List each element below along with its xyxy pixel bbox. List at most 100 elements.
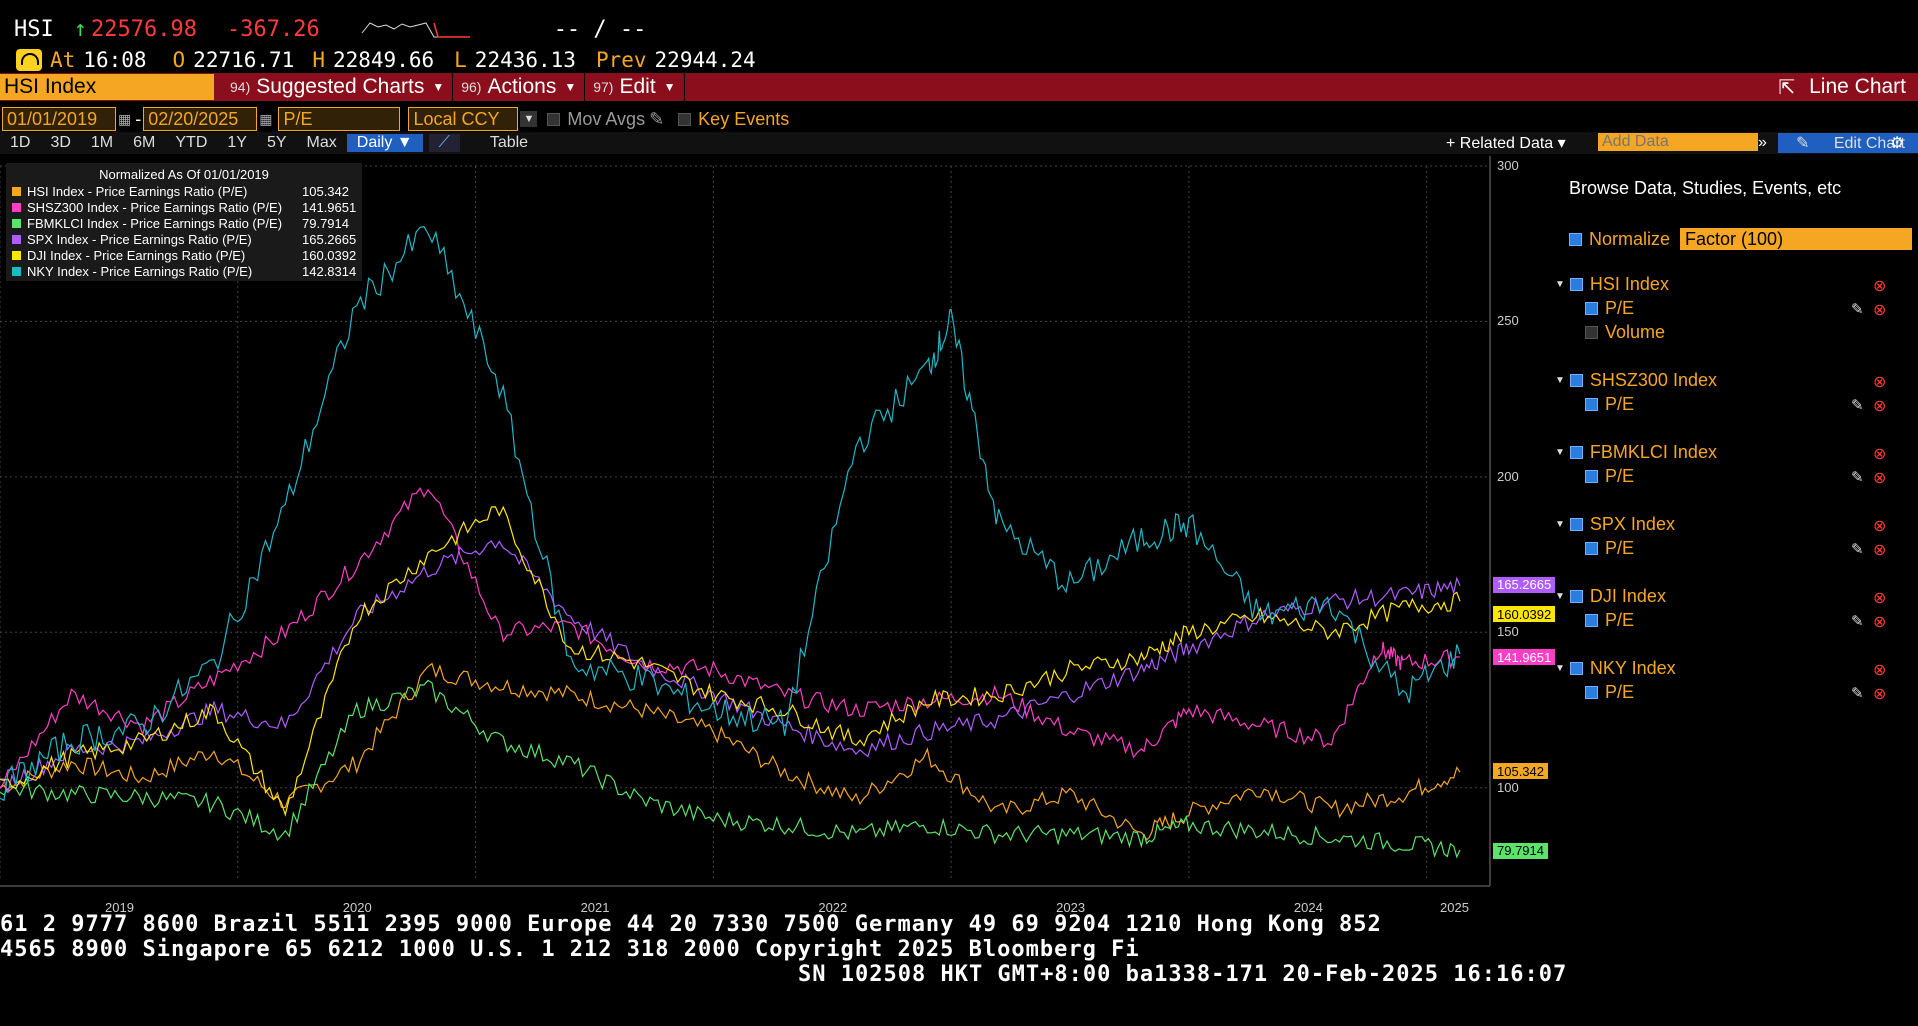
legend-swatch <box>12 203 21 212</box>
suggested-charts-menu[interactable]: 94) Suggested Charts ▼ <box>222 73 454 101</box>
sidebar-group-2[interactable]: ▼ FBMKLCI Index <box>1555 442 1717 463</box>
sidebar-subitem[interactable]: P/E <box>1585 610 1634 631</box>
series-value-label: 79.7914 <box>1493 842 1548 859</box>
related-data-button[interactable]: + Related Data ▾ <box>1436 133 1576 153</box>
end-date-input[interactable]: 02/20/2025 <box>143 107 258 131</box>
pencil-icon[interactable]: ✎ <box>1851 300 1864 318</box>
remove-icon[interactable]: ⊗ <box>1873 588 1886 608</box>
up-arrow-icon: ↑ <box>73 16 87 42</box>
caret-down-icon[interactable]: ▼ <box>1555 375 1565 386</box>
remove-icon[interactable]: ⊗ <box>1873 444 1886 464</box>
subitem-checkbox[interactable] <box>1585 326 1598 339</box>
sidebar-group-3[interactable]: ▼ SPX Index <box>1555 514 1675 535</box>
remove-icon[interactable]: ⊗ <box>1873 372 1886 392</box>
add-data-input[interactable] <box>1598 133 1758 151</box>
group-label: HSI Index <box>1589 274 1669 294</box>
field-input[interactable]: P/E <box>278 107 401 131</box>
remove-icon[interactable]: ⊗ <box>1873 516 1886 536</box>
normalize-label: Normalize <box>1589 228 1671 249</box>
sidebar-subitem[interactable]: P/E <box>1585 538 1634 559</box>
caret-down-icon: ▼ <box>663 80 676 94</box>
pencil-icon[interactable]: ✎ <box>649 109 664 130</box>
timeframe-3d[interactable]: 3D <box>40 134 80 152</box>
caret-down-icon[interactable]: ▼ <box>1555 279 1565 290</box>
sidebar-subitem[interactable]: Volume <box>1585 322 1665 343</box>
timeframe-1m[interactable]: 1M <box>81 134 123 152</box>
timeframe-1y[interactable]: 1Y <box>217 134 257 152</box>
subitem-checkbox[interactable] <box>1585 542 1598 555</box>
legend-row: NKY Index - Price Earnings Ratio (P/E) <box>12 264 252 279</box>
pencil-icon[interactable]: ✎ <box>1851 612 1864 630</box>
group-checkbox[interactable] <box>1569 662 1583 675</box>
period-select[interactable]: Daily ▼ <box>346 134 423 152</box>
legend-row: HSI Index - Price Earnings Ratio (P/E) <box>12 184 247 199</box>
sidebar-subitem[interactable]: P/E <box>1585 682 1634 703</box>
group-checkbox[interactable] <box>1569 278 1583 291</box>
timeframe-1d[interactable]: 1D <box>0 134 40 152</box>
calendar-icon[interactable]: ▦ <box>118 111 131 128</box>
sidebar-group-1[interactable]: ▼ SHSZ300 Index <box>1555 370 1717 391</box>
sidebar-subitem[interactable]: P/E <box>1585 466 1634 487</box>
pencil-icon[interactable]: ✎ <box>1851 684 1864 702</box>
factor-input[interactable]: Factor (100) <box>1680 228 1913 250</box>
double-chevron-right-icon[interactable]: » <box>1754 134 1771 152</box>
sidebar-group-0[interactable]: ▼ HSI Index <box>1555 274 1669 295</box>
dropdown-icon[interactable]: ▼ <box>520 111 538 127</box>
remove-icon[interactable]: ⊗ <box>1873 468 1886 488</box>
subitem-checkbox[interactable] <box>1585 398 1598 411</box>
remove-icon[interactable]: ⊗ <box>1873 612 1886 632</box>
group-label: FBMKLCI Index <box>1589 442 1717 462</box>
timeframe-bar: 1D 3D 1M 6M YTD 1Y 5Y Max Daily ▼ ⟋ Tabl… <box>0 132 1918 154</box>
remove-icon[interactable]: ⊗ <box>1873 684 1886 704</box>
group-checkbox[interactable] <box>1569 518 1583 531</box>
group-label: NKY Index <box>1589 658 1676 678</box>
timeframe-ytd[interactable]: YTD <box>165 134 217 152</box>
sidebar-subitem[interactable]: P/E <box>1585 298 1634 319</box>
subitem-checkbox[interactable] <box>1585 686 1598 699</box>
timeframe-max[interactable]: Max <box>297 134 347 152</box>
remove-icon[interactable]: ⊗ <box>1873 540 1886 560</box>
legend-row: SHSZ300 Index - Price Earnings Ratio (P/… <box>12 200 282 215</box>
gear-icon[interactable]: ⚙ <box>1890 133 1904 153</box>
timeframe-5y[interactable]: 5Y <box>257 134 297 152</box>
remove-icon[interactable]: ⊗ <box>1873 300 1886 320</box>
y-tick-label: 150 <box>1497 624 1519 640</box>
line-chart-icon[interactable]: ⟋ <box>428 134 460 152</box>
caret-down-icon[interactable]: ▼ <box>1555 519 1565 530</box>
legend-swatch <box>12 267 21 276</box>
ticker-symbol: HSI <box>14 16 54 42</box>
currency-select[interactable]: Local CCY <box>408 107 519 131</box>
calendar-icon[interactable]: ▦ <box>259 111 272 128</box>
sidebar-subitem[interactable]: P/E <box>1585 394 1634 415</box>
table-button[interactable]: Table <box>480 134 538 152</box>
remove-icon[interactable]: ⊗ <box>1873 396 1886 416</box>
start-date-input[interactable]: 01/01/2019 <box>2 107 116 131</box>
security-field[interactable]: HSI Index <box>0 74 214 100</box>
key-events-checkbox[interactable] <box>678 112 692 126</box>
subitem-checkbox[interactable] <box>1585 470 1598 483</box>
subitem-checkbox[interactable] <box>1585 302 1598 315</box>
group-checkbox[interactable] <box>1569 374 1583 387</box>
sidebar-group-5[interactable]: ▼ NKY Index <box>1555 658 1676 679</box>
actions-label: Actions <box>487 75 557 98</box>
mov-avgs-checkbox[interactable] <box>547 112 561 126</box>
browse-data-link[interactable]: Browse Data, Studies, Events, etc <box>1569 178 1841 199</box>
pencil-icon[interactable]: ✎ <box>1851 468 1864 486</box>
caret-down-icon[interactable]: ▼ <box>1555 663 1565 674</box>
edit-menu[interactable]: 97) Edit ▼ <box>585 73 685 101</box>
normalize-row: Normalize Factor (100) <box>1569 228 1913 250</box>
actions-menu[interactable]: 96) Actions ▼ <box>453 73 586 101</box>
remove-icon[interactable]: ⊗ <box>1873 276 1886 296</box>
group-checkbox[interactable] <box>1569 590 1583 603</box>
subitem-checkbox[interactable] <box>1585 614 1598 627</box>
remove-icon[interactable]: ⊗ <box>1873 660 1886 680</box>
normalize-checkbox[interactable] <box>1569 232 1582 246</box>
group-checkbox[interactable] <box>1569 446 1583 459</box>
line-chart-button[interactable]: ⇱ Line Chart <box>1778 75 1906 100</box>
sidebar-group-4[interactable]: ▼ DJI Index <box>1555 586 1666 607</box>
caret-down-icon[interactable]: ▼ <box>1555 591 1565 602</box>
pencil-icon[interactable]: ✎ <box>1851 540 1864 558</box>
pencil-icon[interactable]: ✎ <box>1851 396 1864 414</box>
caret-down-icon[interactable]: ▼ <box>1555 447 1565 458</box>
timeframe-6m[interactable]: 6M <box>123 134 165 152</box>
